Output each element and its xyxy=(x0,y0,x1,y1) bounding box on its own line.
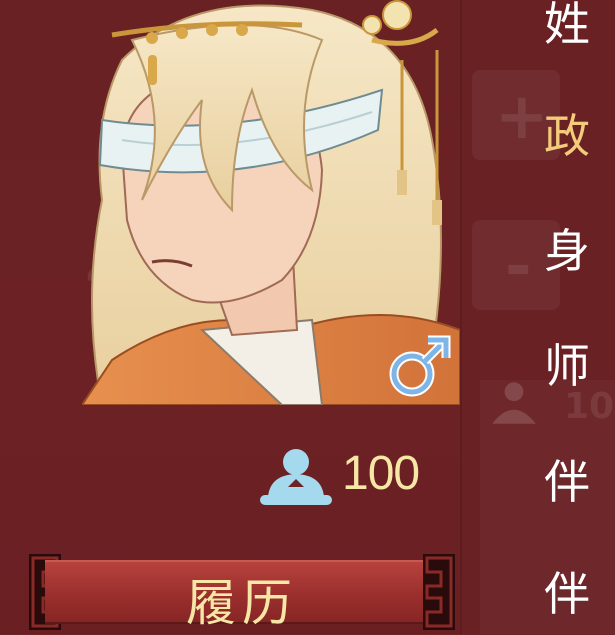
info-row-politics[interactable]: 政 xyxy=(544,100,590,166)
faded-plus-sign: + xyxy=(495,80,549,154)
faded-minus-sign: - xyxy=(505,230,532,304)
info-row-companion-2: 伴 xyxy=(544,567,590,621)
info-row-companion-1: 伴 xyxy=(544,455,590,509)
info-row-master: 师 xyxy=(544,339,590,393)
resume-button[interactable]: 履历 xyxy=(27,552,457,632)
faded-rank-icon xyxy=(492,382,536,424)
info-row-identity: 身 xyxy=(544,224,590,278)
meditation-rank-icon xyxy=(260,449,332,505)
rank-value: 100 xyxy=(342,447,420,500)
male-gender-icon xyxy=(389,335,451,397)
info-row-name: 姓 xyxy=(544,0,590,51)
resume-button-label: 履历 xyxy=(186,574,298,632)
panel-divider xyxy=(460,0,462,634)
